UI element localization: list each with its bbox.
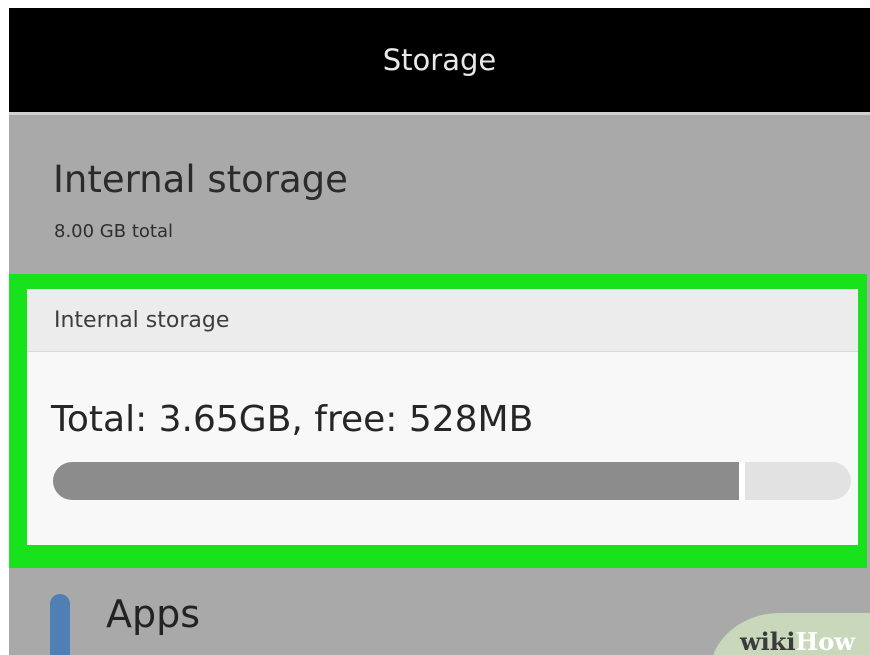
page-title: Storage — [382, 43, 497, 77]
internal-storage-card[interactable]: Internal storage Total: 3.65GB, free: 52… — [27, 289, 858, 545]
card-header-label: Internal storage — [54, 308, 230, 333]
storage-usage-text: Total: 3.65GB, free: 528MB — [51, 399, 534, 440]
storage-progress-bar — [53, 462, 851, 500]
watermark-part1: wiki — [740, 627, 796, 655]
screen: Storage Internal storage 8.00 GB total I… — [9, 8, 870, 655]
watermark-part2: How — [795, 627, 855, 655]
storage-progress-fill — [53, 462, 746, 500]
apps-color-indicator — [50, 594, 70, 655]
header-divider — [9, 112, 870, 115]
apps-item-label[interactable]: Apps — [106, 592, 200, 636]
section-subtitle: 8.00 GB total — [54, 221, 173, 242]
highlight-box: Internal storage Total: 3.65GB, free: 52… — [9, 274, 867, 568]
card-header: Internal storage — [27, 289, 858, 352]
section-title: Internal storage — [53, 158, 348, 201]
wikihow-watermark: wikiHow — [710, 613, 870, 655]
app-bar: Storage — [9, 8, 870, 112]
